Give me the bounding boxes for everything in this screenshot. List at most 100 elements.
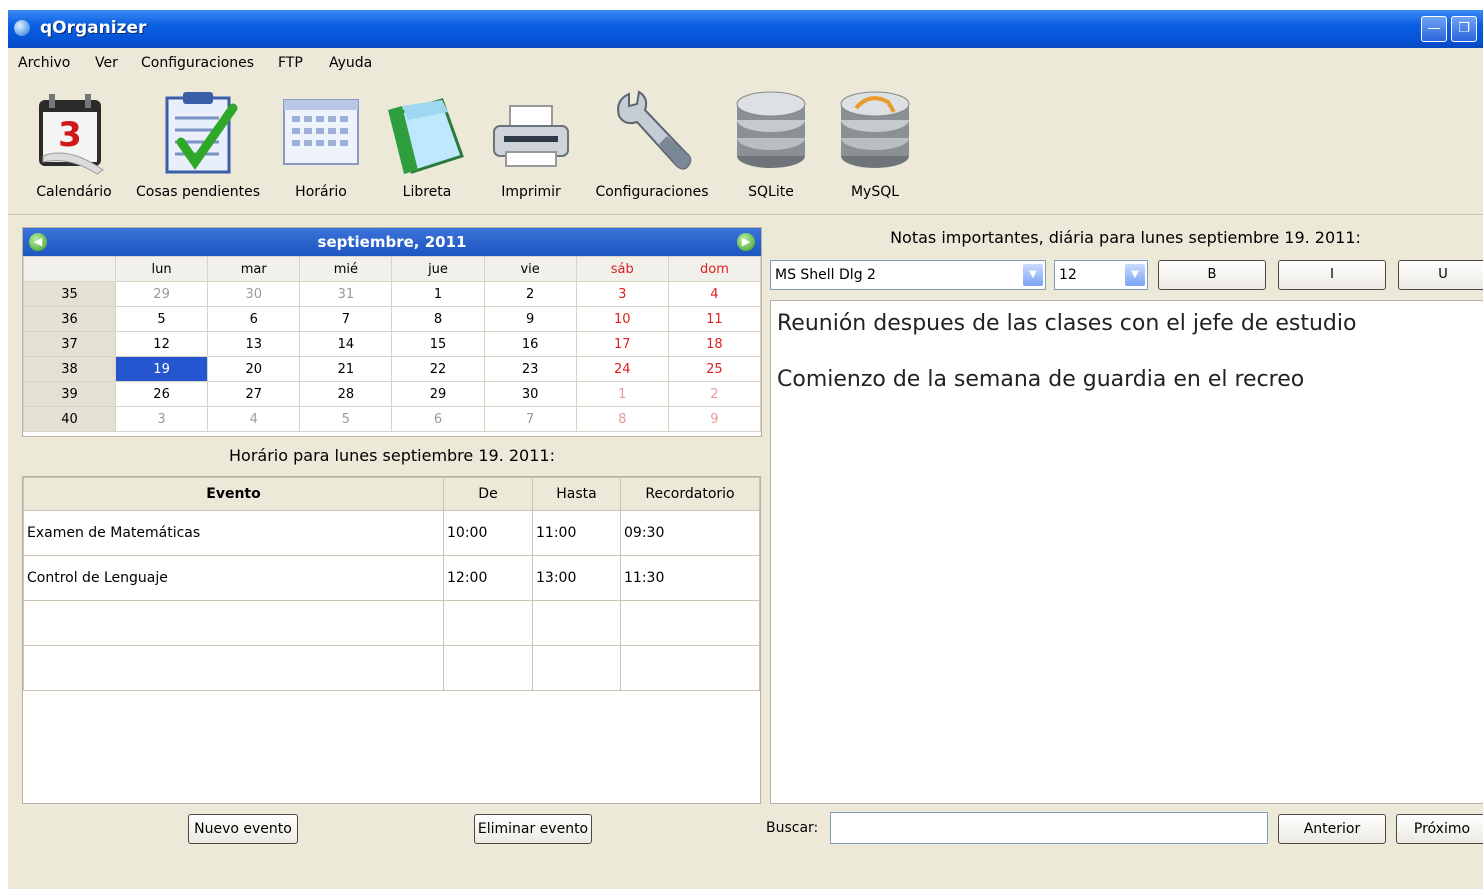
event-start-cell[interactable]: 12:00 (443, 555, 533, 601)
underline-button[interactable]: U (1398, 260, 1483, 290)
event-name-cell[interactable]: Control de Lenguaje (23, 555, 444, 601)
calendar-day[interactable]: 31 (299, 281, 393, 307)
calendar-day[interactable]: 5 (299, 406, 393, 432)
calendar-day[interactable]: 8 (575, 406, 669, 432)
toolbar-sqlite-button[interactable]: SQLite (726, 86, 816, 200)
next-button[interactable]: Próximo (1396, 814, 1483, 844)
calendar-day[interactable]: 3 (114, 406, 209, 432)
calendar-day[interactable]: 9 (483, 306, 577, 332)
event-name-cell[interactable] (23, 600, 444, 646)
calendar-day[interactable]: 12 (114, 331, 209, 357)
event-name-cell[interactable] (23, 645, 444, 691)
table-row[interactable] (23, 600, 760, 646)
column-header-de[interactable]: De (443, 477, 533, 511)
event-start-cell[interactable] (443, 645, 533, 691)
calendar-day[interactable]: 8 (391, 306, 485, 332)
italic-button[interactable]: I (1278, 260, 1386, 290)
calendar-day[interactable]: 29 (391, 381, 485, 407)
menu-configuraciones[interactable]: Configuraciones (141, 55, 254, 71)
calendar-day[interactable]: 13 (207, 331, 301, 357)
font-size-select[interactable]: 12 ▼ (1054, 260, 1148, 290)
column-header-hasta[interactable]: Hasta (532, 477, 621, 511)
font-family-select[interactable]: MS Shell Dlg 2 ▼ (770, 260, 1046, 290)
calendar-day[interactable]: 17 (575, 331, 669, 357)
event-reminder-cell[interactable] (620, 645, 760, 691)
calendar-day[interactable]: 9 (667, 406, 762, 432)
calendar-day[interactable]: 24 (575, 356, 669, 382)
title-bar[interactable]: qOrganizer — ❐ (8, 10, 1483, 48)
minimize-button[interactable]: — (1421, 16, 1447, 42)
toolbar-settings-button[interactable]: Configuraciones (590, 86, 714, 200)
event-reminder-cell[interactable] (620, 600, 760, 646)
toolbar-mysql-button[interactable]: MySQL (830, 86, 920, 200)
new-event-button[interactable]: Nuevo evento (188, 814, 298, 844)
calendar-day[interactable]: 23 (483, 356, 577, 382)
event-end-cell[interactable]: 13:00 (532, 555, 621, 601)
toolbar-todo-button[interactable]: Cosas pendientes (132, 86, 264, 200)
calendar-day[interactable]: 6 (391, 406, 485, 432)
calendar-day[interactable]: 20 (207, 356, 301, 382)
calendar-day[interactable]: 11 (667, 306, 762, 332)
event-end-cell[interactable]: 11:00 (532, 510, 621, 556)
column-header-recordatorio[interactable]: Recordatorio (620, 477, 760, 511)
delete-event-button[interactable]: Eliminar evento (474, 814, 592, 844)
event-start-cell[interactable] (443, 600, 533, 646)
toolbar-schedule-button[interactable]: Horário (276, 86, 366, 200)
menu-ayuda[interactable]: Ayuda (329, 55, 372, 71)
maximize-button[interactable]: ❐ (1451, 16, 1477, 42)
event-reminder-cell[interactable]: 09:30 (620, 510, 760, 556)
calendar-day[interactable]: 2 (667, 381, 762, 407)
calendar-day[interactable]: 21 (299, 356, 393, 382)
calendar-day[interactable]: 6 (207, 306, 301, 332)
calendar-day[interactable]: 29 (114, 281, 209, 307)
calendar-day[interactable]: 27 (207, 381, 301, 407)
toolbar-notebook-label: Libreta (402, 184, 452, 200)
calendar-day[interactable]: 26 (114, 381, 209, 407)
calendar-day[interactable]: 3 (575, 281, 669, 307)
chevron-down-icon[interactable]: ▼ (1125, 264, 1145, 286)
toolbar-print-button[interactable]: Imprimir (486, 86, 576, 200)
search-input[interactable] (830, 812, 1268, 844)
calendar-day[interactable]: 25 (667, 356, 762, 382)
menu-ftp[interactable]: FTP (278, 55, 303, 71)
next-month-arrow-icon[interactable]: ▶ (737, 233, 755, 251)
calendar-day[interactable]: 28 (299, 381, 393, 407)
event-start-cell[interactable]: 10:00 (443, 510, 533, 556)
toolbar-notebook-button[interactable]: Libreta (382, 86, 472, 200)
calendar-day[interactable]: 15 (391, 331, 485, 357)
event-end-cell[interactable] (532, 645, 621, 691)
calendar-day[interactable]: 1 (575, 381, 669, 407)
calendar-day[interactable]: 7 (483, 406, 577, 432)
event-reminder-cell[interactable]: 11:30 (620, 555, 760, 601)
menu-ver[interactable]: Ver (95, 55, 118, 71)
chevron-down-icon[interactable]: ▼ (1023, 264, 1043, 286)
calendar-day[interactable]: 1 (391, 281, 485, 307)
table-row[interactable]: Control de Lenguaje 12:00 13:00 11:30 (23, 555, 760, 601)
calendar-day[interactable]: 2 (483, 281, 577, 307)
calendar-day[interactable]: 10 (575, 306, 669, 332)
calendar-day[interactable]: 5 (114, 306, 209, 332)
previous-button[interactable]: Anterior (1278, 814, 1386, 844)
weekday-header-row: lun mar mié jue vie sáb dom (23, 256, 762, 282)
calendar-day[interactable]: 16 (483, 331, 577, 357)
calendar-day-selected[interactable]: 19 (114, 356, 209, 382)
calendar-day[interactable]: 30 (207, 281, 301, 307)
bold-button[interactable]: B (1158, 260, 1266, 290)
event-end-cell[interactable] (532, 600, 621, 646)
calendar-day[interactable]: 30 (483, 381, 577, 407)
calendar-day[interactable]: 7 (299, 306, 393, 332)
menu-archivo[interactable]: Archivo (18, 55, 70, 71)
calendar-day[interactable]: 14 (299, 331, 393, 357)
toolbar-calendar-button[interactable]: 3 Calendário (26, 86, 122, 200)
calendar-header: ◀ septiembre, 2011 ▶ (23, 228, 761, 256)
calendar-day[interactable]: 18 (667, 331, 762, 357)
table-row[interactable] (23, 645, 760, 691)
table-row[interactable]: Examen de Matemáticas 10:00 11:00 09:30 (23, 510, 760, 556)
notes-editor[interactable]: Reunión despues de las clases con el jef… (770, 300, 1483, 804)
column-header-evento[interactable]: Evento (23, 477, 444, 511)
event-name-cell[interactable]: Examen de Matemáticas (23, 510, 444, 556)
calendar-day[interactable]: 4 (207, 406, 301, 432)
events-header-row: Evento De Hasta Recordatorio (23, 477, 760, 511)
calendar-day[interactable]: 4 (667, 281, 762, 307)
calendar-day[interactable]: 22 (391, 356, 485, 382)
